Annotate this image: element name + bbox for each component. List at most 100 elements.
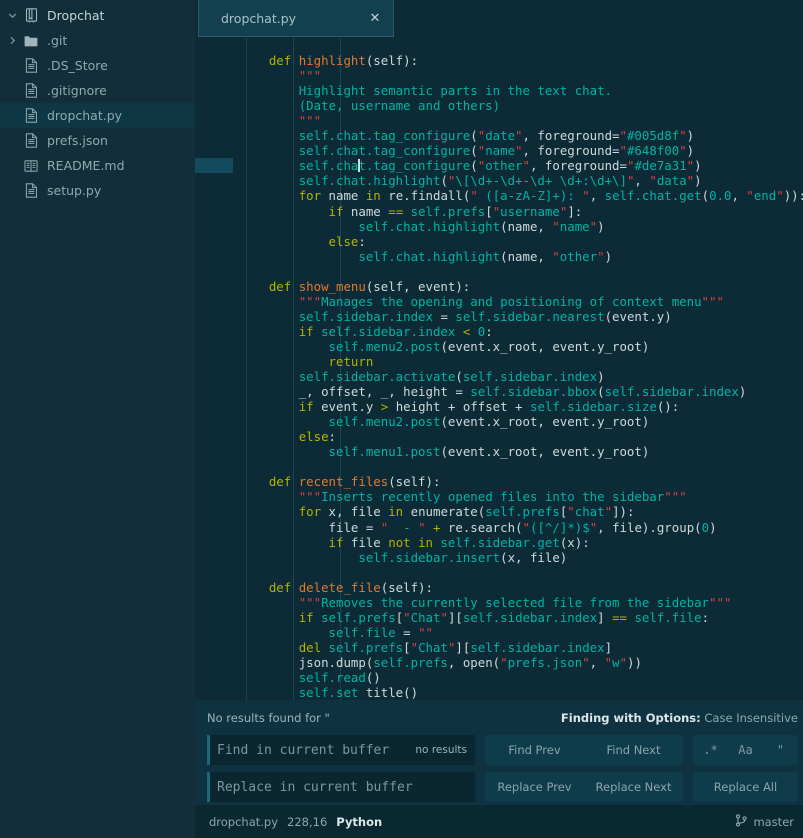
code-line[interactable]: json.dump(self.prefs, open("prefs.json",… bbox=[195, 655, 803, 670]
find-result-badge: no results bbox=[415, 744, 467, 756]
code-line[interactable]: return bbox=[195, 354, 803, 369]
case-toggle[interactable]: Aa bbox=[728, 743, 763, 757]
code-line[interactable]: del self.prefs["Chat"][self.sidebar.inde… bbox=[195, 640, 803, 655]
line-number bbox=[195, 444, 233, 459]
status-branch-name[interactable]: master bbox=[753, 815, 794, 829]
code-line[interactable]: (Date, username and others) bbox=[195, 98, 803, 113]
line-number bbox=[195, 158, 233, 174]
code-line[interactable] bbox=[195, 459, 803, 474]
replace-prev-button[interactable]: Replace Prev bbox=[485, 772, 584, 802]
code-line[interactable]: def highlight(self): bbox=[195, 53, 803, 68]
line-number bbox=[195, 399, 233, 414]
find-replace-panel: No results found for " Finding with Opti… bbox=[195, 700, 803, 805]
code-line[interactable]: if self.sidebar.index < 0: bbox=[195, 324, 803, 339]
code-line[interactable]: """Inserts recently opened files into th… bbox=[195, 489, 803, 504]
code-text: self.chat.highlight(name, "name") bbox=[358, 218, 605, 234]
code-line[interactable]: def recent_files(self): bbox=[195, 474, 803, 489]
find-prev-button[interactable]: Find Prev bbox=[485, 735, 584, 765]
close-icon[interactable]: ✕ bbox=[367, 10, 383, 26]
literal-toggle[interactable]: " bbox=[763, 743, 798, 757]
code-text: else: bbox=[328, 233, 366, 249]
tab-bar: dropchat.py ✕ bbox=[195, 0, 803, 38]
line-number bbox=[195, 459, 233, 474]
code-line[interactable]: self.sidebar.index = self.sidebar.neares… bbox=[195, 309, 803, 324]
replace-input[interactable]: Replace in current buffer bbox=[207, 772, 475, 802]
code-line[interactable]: else: bbox=[195, 234, 803, 249]
code-line[interactable]: self.chat.highlight("\[\d+-\d+-\d+ \d+:\… bbox=[195, 173, 803, 188]
sidebar-item-gitignore[interactable]: .gitignore bbox=[0, 78, 195, 103]
code-line[interactable]: """Removes the currently selected file f… bbox=[195, 595, 803, 610]
code-text: """ bbox=[298, 68, 322, 84]
code-line[interactable]: Highlight semantic parts in the text cha… bbox=[195, 83, 803, 98]
code-line[interactable]: self.set title() bbox=[195, 685, 803, 700]
code-text: json.dump(self.prefs, open("prefs.json",… bbox=[298, 654, 642, 670]
code-line[interactable]: for x, file in enumerate(self.prefs["cha… bbox=[195, 504, 803, 519]
code-line[interactable]: self.chat.tag_configure("name", foregrou… bbox=[195, 143, 803, 158]
file-icon bbox=[20, 133, 42, 148]
sidebar-item-dropchat[interactable]: Dropchat bbox=[0, 3, 195, 28]
code-text: self.chat.highlight(name, "other") bbox=[358, 248, 613, 264]
code-text: def recent_files(self): bbox=[268, 474, 441, 490]
code-line[interactable]: self.chat.tag_configure("other", foregro… bbox=[195, 158, 803, 174]
code-line[interactable]: self.sidebar.insert(x, file) bbox=[195, 550, 803, 565]
code-line[interactable]: else: bbox=[195, 429, 803, 444]
find-next-button[interactable]: Find Next bbox=[584, 735, 683, 765]
line-number bbox=[195, 279, 233, 294]
code-line[interactable]: self.chat.highlight(name, "name") bbox=[195, 219, 803, 234]
code-content[interactable]: def highlight(self): """ Highlight seman… bbox=[195, 38, 803, 700]
code-line[interactable]: self.menu2.post(event.x_root, event.y_ro… bbox=[195, 339, 803, 354]
tab-dropchat-py[interactable]: dropchat.py ✕ bbox=[198, 0, 394, 37]
code-text: self.sidebar.insert(x, file) bbox=[358, 549, 568, 565]
code-line[interactable]: file = " - " + re.search("([^/]*)$", fil… bbox=[195, 520, 803, 535]
line-number bbox=[195, 625, 233, 640]
status-language[interactable]: Python bbox=[336, 815, 382, 829]
code-line[interactable]: self.menu2.post(event.x_root, event.y_ro… bbox=[195, 414, 803, 429]
chevron-down-icon[interactable] bbox=[4, 11, 20, 20]
code-line[interactable] bbox=[195, 38, 803, 53]
code-text: self.chat.tag_configure("other", foregro… bbox=[298, 158, 702, 174]
sidebar-item-dropchat-py[interactable]: dropchat.py bbox=[0, 103, 195, 128]
code-line[interactable]: """ bbox=[195, 68, 803, 83]
code-text: self.sidebar.activate(self.sidebar.index… bbox=[298, 369, 605, 385]
sidebar-item-readme-md[interactable]: README.md bbox=[0, 153, 195, 178]
code-viewport[interactable]: def highlight(self): """ Highlight seman… bbox=[195, 38, 803, 700]
sidebar-item-git[interactable]: .git bbox=[0, 28, 195, 53]
code-line[interactable]: self.sidebar.activate(self.sidebar.index… bbox=[195, 369, 803, 384]
code-line[interactable]: _, offset, _, height = self.sidebar.bbox… bbox=[195, 384, 803, 399]
code-line[interactable]: """ bbox=[195, 113, 803, 128]
line-number bbox=[195, 384, 233, 399]
code-text: self.chat.highlight("\[\d+-\d+-\d+ \d+:\… bbox=[298, 173, 702, 189]
sidebar-item-label: .gitignore bbox=[47, 83, 107, 98]
chevron-right-icon[interactable] bbox=[4, 36, 20, 45]
code-line[interactable] bbox=[195, 565, 803, 580]
code-line[interactable]: if file not in self.sidebar.get(x): bbox=[195, 535, 803, 550]
code-line[interactable]: self.chat.highlight(name, "other") bbox=[195, 249, 803, 264]
code-line[interactable]: if name == self.prefs["username"]: bbox=[195, 204, 803, 219]
code-line[interactable]: """Manages the opening and positioning o… bbox=[195, 294, 803, 309]
sidebar-item-label: setup.py bbox=[47, 183, 102, 198]
code-line[interactable]: if self.prefs["Chat"][self.sidebar.index… bbox=[195, 610, 803, 625]
code-line[interactable]: def show_menu(self, event): bbox=[195, 279, 803, 294]
sidebar-item-label: README.md bbox=[47, 158, 125, 173]
sidebar-item-prefs-json[interactable]: prefs.json bbox=[0, 128, 195, 153]
code-line[interactable]: self.file = "" bbox=[195, 625, 803, 640]
code-line[interactable]: def delete_file(self): bbox=[195, 580, 803, 595]
sidebar-item-ds-store[interactable]: .DS_Store bbox=[0, 53, 195, 78]
code-line[interactable]: if event.y > height + offset + self.side… bbox=[195, 399, 803, 414]
code-line[interactable]: self.chat.tag_configure("date", foregrou… bbox=[195, 128, 803, 143]
line-number bbox=[195, 610, 233, 625]
regex-toggle[interactable]: .* bbox=[693, 743, 728, 757]
sidebar-item-setup-py[interactable]: setup.py bbox=[0, 178, 195, 203]
code-line[interactable]: self.read() bbox=[195, 670, 803, 685]
code-line[interactable] bbox=[195, 264, 803, 279]
status-left: dropchat.py 228,16 Python bbox=[209, 815, 382, 829]
code-line[interactable]: for name in re.findall(" ([a-zA-Z]+): ",… bbox=[195, 188, 803, 203]
find-toggle-group: .* Aa " bbox=[693, 735, 798, 765]
replace-next-button[interactable]: Replace Next bbox=[584, 772, 683, 802]
code-line[interactable]: self.menu1.post(event.x_root, event.y_ro… bbox=[195, 444, 803, 459]
line-number bbox=[195, 173, 233, 188]
file-icon bbox=[20, 183, 42, 198]
code-text: if self.sidebar.index < 0: bbox=[298, 323, 493, 339]
find-input[interactable]: Find in current buffer no results bbox=[207, 735, 475, 765]
replace-all-button[interactable]: Replace All bbox=[693, 772, 798, 802]
